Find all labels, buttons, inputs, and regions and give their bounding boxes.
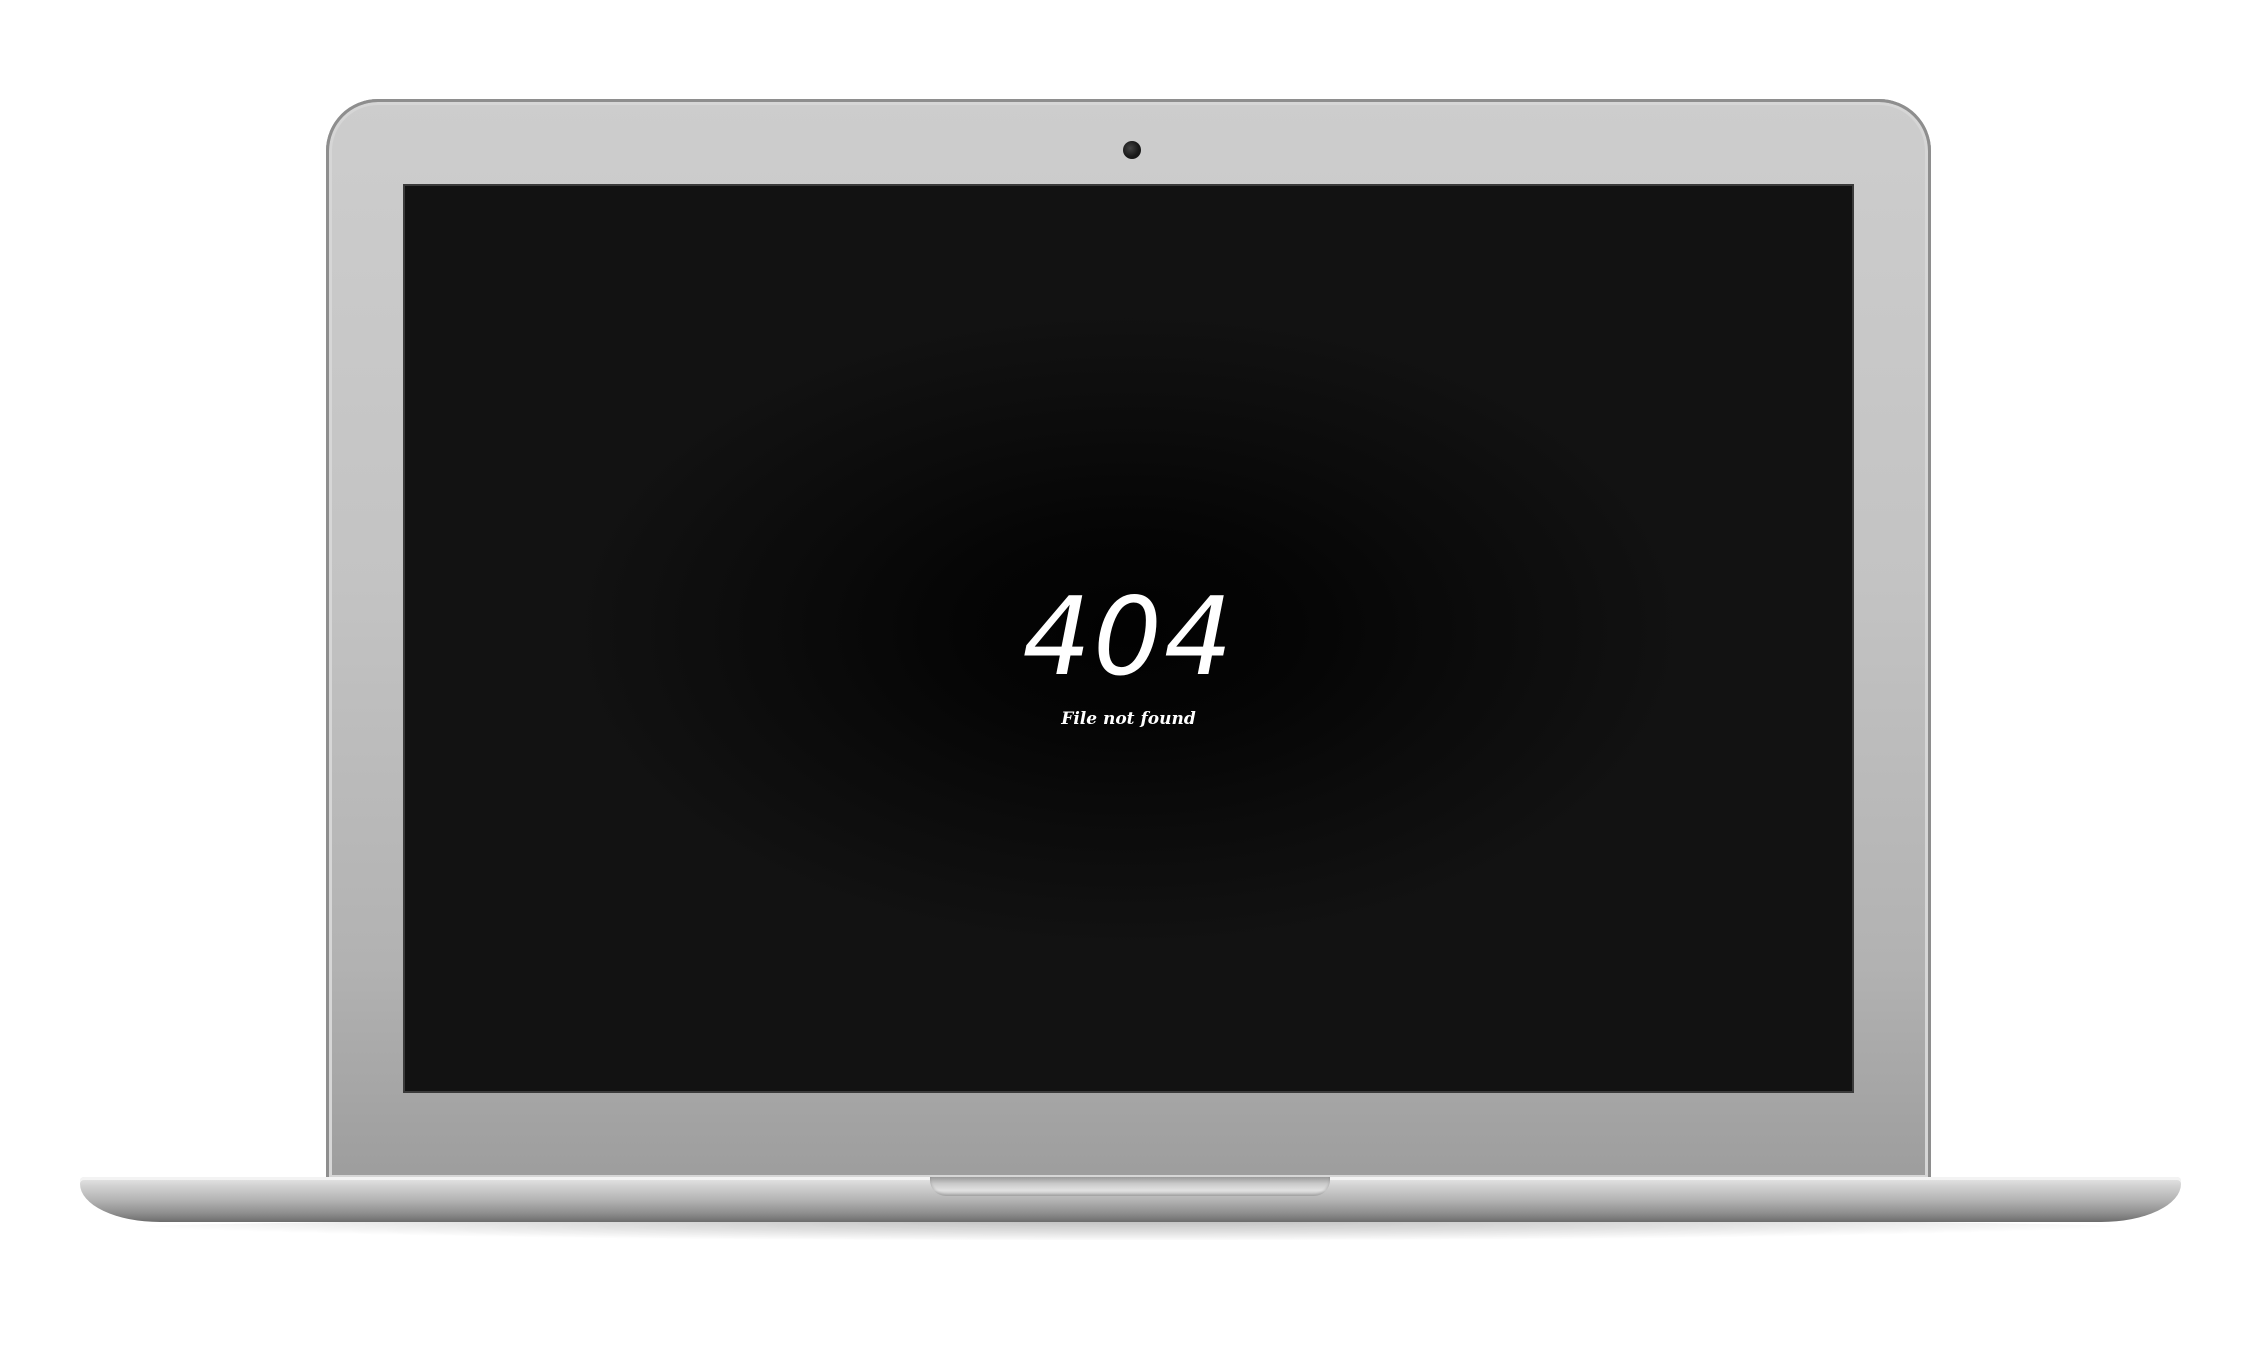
laptop-screen: 404 File not found — [403, 184, 1854, 1093]
error-message: File not found — [1061, 709, 1196, 729]
lid-opening-notch — [930, 1177, 1330, 1196]
webcam-icon — [1123, 141, 1141, 159]
error-code: 404 — [1022, 575, 1235, 700]
